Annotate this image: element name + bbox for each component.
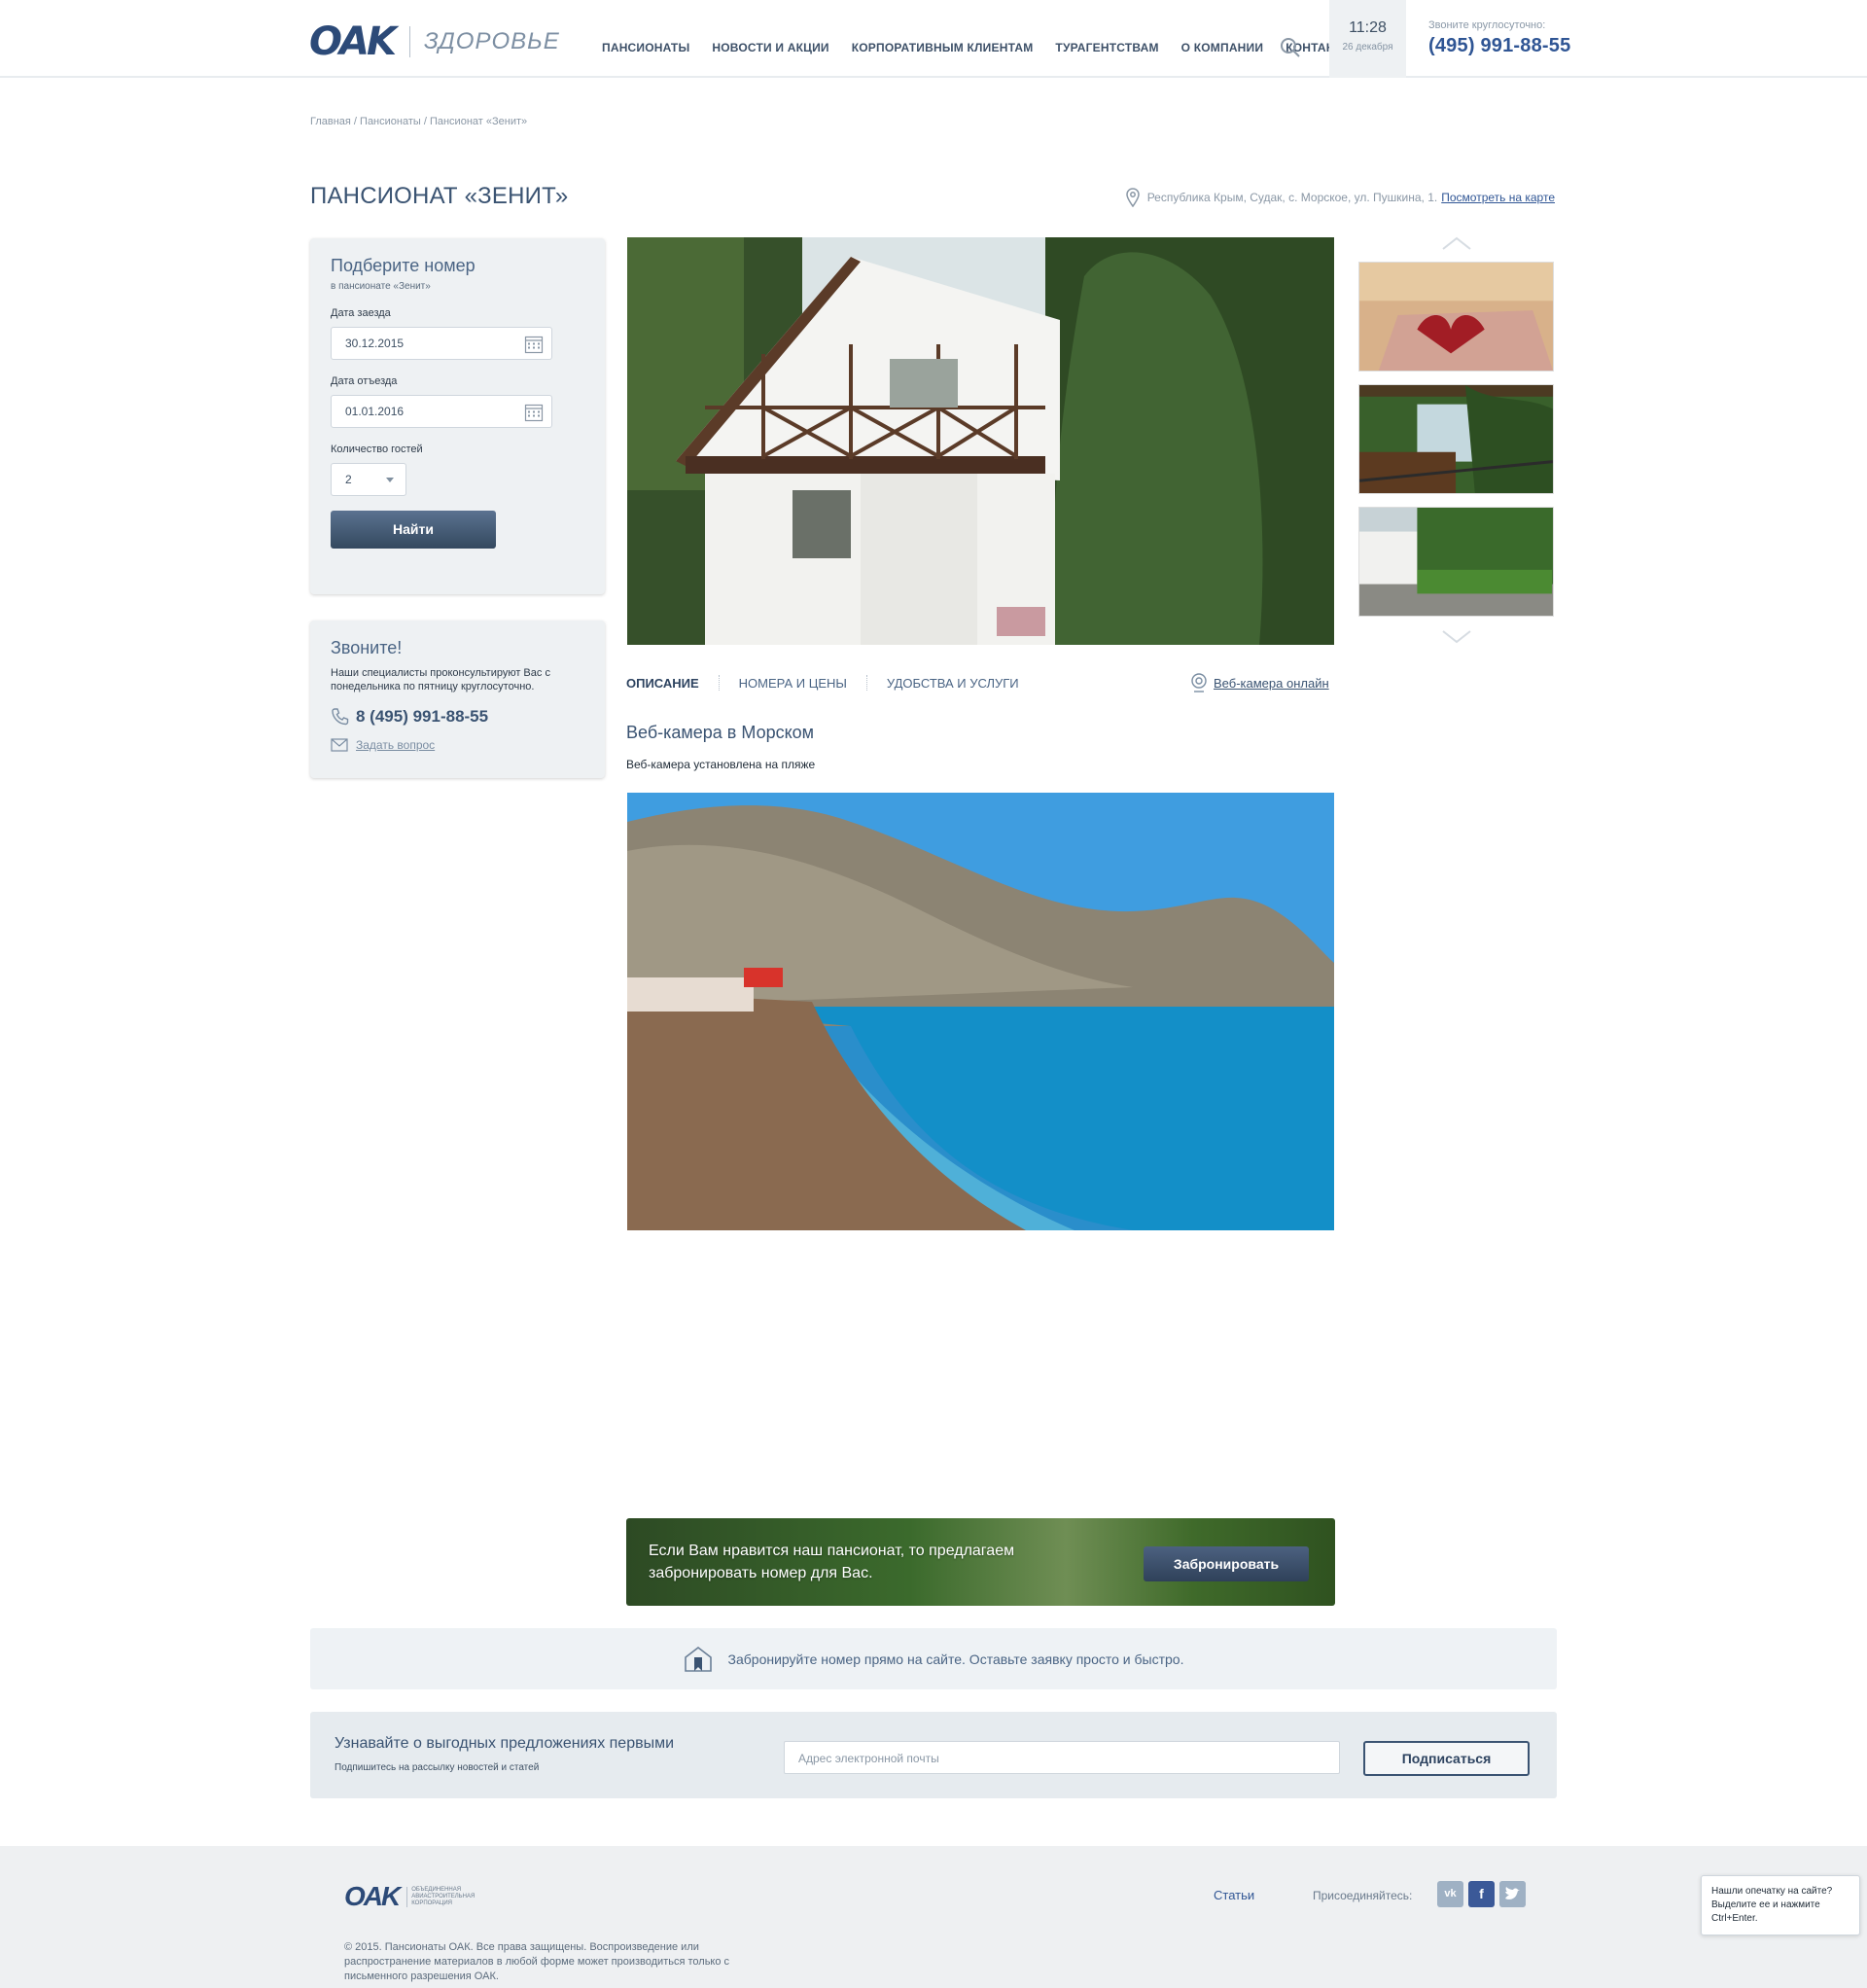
webcam-icon xyxy=(1191,673,1207,692)
checkin-field[interactable]: 30.12.2015 xyxy=(331,327,552,360)
booking-info-bar: Забронируйте номер прямо на сайте. Остав… xyxy=(310,1628,1557,1689)
webcam-photo[interactable] xyxy=(627,793,1334,1230)
footer-logo-main: OAK xyxy=(344,1881,401,1911)
footer-logo[interactable]: OAK ОБЪЕДИНЕННАЯ АВИАСТРОИТЕЛЬНАЯ КОРПОР… xyxy=(344,1881,475,1912)
subscribe-panel: Узнавайте о выгодных предложениях первым… xyxy=(310,1712,1557,1798)
guests-select[interactable]: 2 xyxy=(331,463,406,496)
nav-item-agencies[interactable]: ТУРАГЕНТСТВАМ xyxy=(1055,41,1158,54)
call-title: Звоните! xyxy=(331,638,403,657)
call-phone[interactable]: 8 (495) 991-88-55 xyxy=(331,707,584,727)
phone-caption: Звоните круглосуточно: xyxy=(1428,19,1546,31)
checkout-value: 01.01.2016 xyxy=(345,405,405,418)
banner-text: Если Вам нравится наш пансионат, то пред… xyxy=(649,1543,1015,1581)
book-button[interactable]: Забронировать xyxy=(1144,1546,1309,1581)
header-phone: Звоните круглосуточно: (495) 991-88-55 xyxy=(1428,19,1570,57)
typo-notice: Нашли опечатку на сайте? Выделите ее и н… xyxy=(1701,1875,1860,1935)
tab-rooms[interactable]: НОМЕРА И ЦЕНЫ xyxy=(739,676,847,691)
checkin-value: 30.12.2015 xyxy=(345,337,405,350)
subscribe-button[interactable]: Подписаться xyxy=(1363,1741,1530,1776)
call-panel: Звоните! Наши специалисты проконсультиру… xyxy=(310,621,605,778)
bookmark-house-icon xyxy=(684,1646,712,1672)
site-header: OAK ЗДОРОВЬЕ ПАНСИОНАТЫ НОВОСТИ И АКЦИИ … xyxy=(0,0,1867,78)
site-logo[interactable]: OAK ЗДОРОВЬЕ xyxy=(309,19,560,64)
phone-number[interactable]: (495) 991-88-55 xyxy=(1428,35,1570,57)
chevron-up-icon[interactable] xyxy=(1442,236,1471,250)
logo-subtitle: ЗДОРОВЬЕ xyxy=(423,28,560,54)
nav-item-corporate[interactable]: КОРПОРАТИВНЫМ КЛИЕНТАМ xyxy=(852,41,1034,54)
checkout-field[interactable]: 01.01.2016 xyxy=(331,395,552,428)
thumbnail-terrace[interactable] xyxy=(1358,384,1554,494)
site-footer: OAK ОБЪЕДИНЕННАЯ АВИАСТРОИТЕЛЬНАЯ КОРПОР… xyxy=(0,1846,1867,1988)
main-nav: ПАНСИОНАТЫ НОВОСТИ И АКЦИИ КОРПОРАТИВНЫМ… xyxy=(602,41,1375,54)
copyright: © 2015. Пансионаты ОАК. Все права защище… xyxy=(344,1941,730,1982)
page-title: ПАНСИОНАТ «ЗЕНИТ» xyxy=(310,183,569,209)
footer-link-articles[interactable]: Статьи xyxy=(1214,1888,1254,1902)
breadcrumb[interactable]: Главная / Пансионаты / Пансионат «Зенит» xyxy=(310,116,527,127)
thumbnail-garden[interactable] xyxy=(1358,507,1554,617)
checkout-label: Дата отъезда xyxy=(331,375,398,387)
calendar-icon[interactable] xyxy=(524,403,544,422)
nav-item-news[interactable]: НОВОСТИ И АКЦИИ xyxy=(712,41,828,54)
webcam-link-label: Веб-камера онлайн xyxy=(1214,675,1329,691)
subscribe-text: Подпишитесь на рассылку новостей и стате… xyxy=(335,1762,540,1773)
tab-divider xyxy=(718,675,720,691)
guests-value: 2 xyxy=(345,473,352,486)
tab-amenities[interactable]: УДОБСТВА И УСЛУГИ xyxy=(887,676,1019,691)
booking-title: Подберите номер xyxy=(331,256,476,275)
tab-divider xyxy=(865,675,867,691)
envelope-icon xyxy=(331,738,348,752)
ask-question-link: Задать вопрос xyxy=(356,738,436,752)
call-text: Наши специалисты проконсультируют Вас с … xyxy=(331,667,550,692)
chevron-down-icon[interactable] xyxy=(1442,630,1471,644)
address: Республика Крым, Судак, с. Морское, ул. … xyxy=(1125,188,1555,207)
twitter-icon[interactable] xyxy=(1499,1881,1526,1907)
phone-icon xyxy=(332,708,349,726)
clock: 11:28 26 декабря xyxy=(1329,0,1406,78)
address-text: Республика Крым, Судак, с. Морское, ул. … xyxy=(1146,191,1438,204)
calendar-icon[interactable] xyxy=(524,335,544,354)
section-text: Веб-камера установлена на пляже xyxy=(626,758,816,771)
nav-item-about[interactable]: О КОМПАНИИ xyxy=(1181,41,1264,54)
checkin-label: Дата заезда xyxy=(331,307,391,319)
clock-time: 11:28 xyxy=(1349,19,1387,36)
nav-item-pensions[interactable]: ПАНСИОНАТЫ xyxy=(602,41,689,54)
map-link[interactable]: Посмотреть на карте xyxy=(1441,191,1555,204)
map-pin-icon xyxy=(1125,188,1140,207)
vk-icon[interactable]: vk xyxy=(1437,1881,1463,1907)
booking-banner: Если Вам нравится наш пансионат, то пред… xyxy=(626,1518,1335,1606)
booking-subtitle: в пансионате «Зенит» xyxy=(331,281,431,292)
search-icon[interactable] xyxy=(1280,37,1301,58)
find-button[interactable]: Найти xyxy=(331,511,496,549)
main-photo[interactable] xyxy=(627,237,1334,645)
ask-question[interactable]: Задать вопрос xyxy=(331,738,584,752)
tabs: ОПИСАНИЕ НОМЕРА И ЦЕНЫ УДОБСТВА И УСЛУГИ xyxy=(626,675,1019,691)
facebook-icon[interactable]: f xyxy=(1468,1881,1495,1907)
chevron-down-icon xyxy=(386,478,394,482)
guests-label: Количество гостей xyxy=(331,444,423,455)
call-phone-number: 8 (495) 991-88-55 xyxy=(356,707,489,726)
booking-panel: Подберите номер в пансионате «Зенит» Дат… xyxy=(310,238,605,594)
webcam-link[interactable]: Веб-камера онлайн xyxy=(1190,673,1329,692)
section-title: Веб-камера в Морском xyxy=(626,723,815,742)
email-input[interactable]: Адрес электронной почты xyxy=(784,1741,1340,1774)
info-bar-text: Забронируйте номер прямо на сайте. Остав… xyxy=(727,1651,1184,1667)
logo-divider xyxy=(408,26,410,57)
tab-description[interactable]: ОПИСАНИЕ xyxy=(626,676,699,691)
subscribe-title: Узнавайте о выгодных предложениях первым… xyxy=(335,1735,675,1752)
clock-date: 26 декабря xyxy=(1342,42,1393,53)
join-label: Присоединяйтесь: xyxy=(1313,1889,1413,1902)
footer-logo-corp: ОБЪЕДИНЕННАЯ АВИАСТРОИТЕЛЬНАЯ КОРПОРАЦИЯ xyxy=(406,1886,475,1907)
logo-main: OAK xyxy=(309,19,397,64)
thumbnail-room[interactable] xyxy=(1358,262,1554,372)
